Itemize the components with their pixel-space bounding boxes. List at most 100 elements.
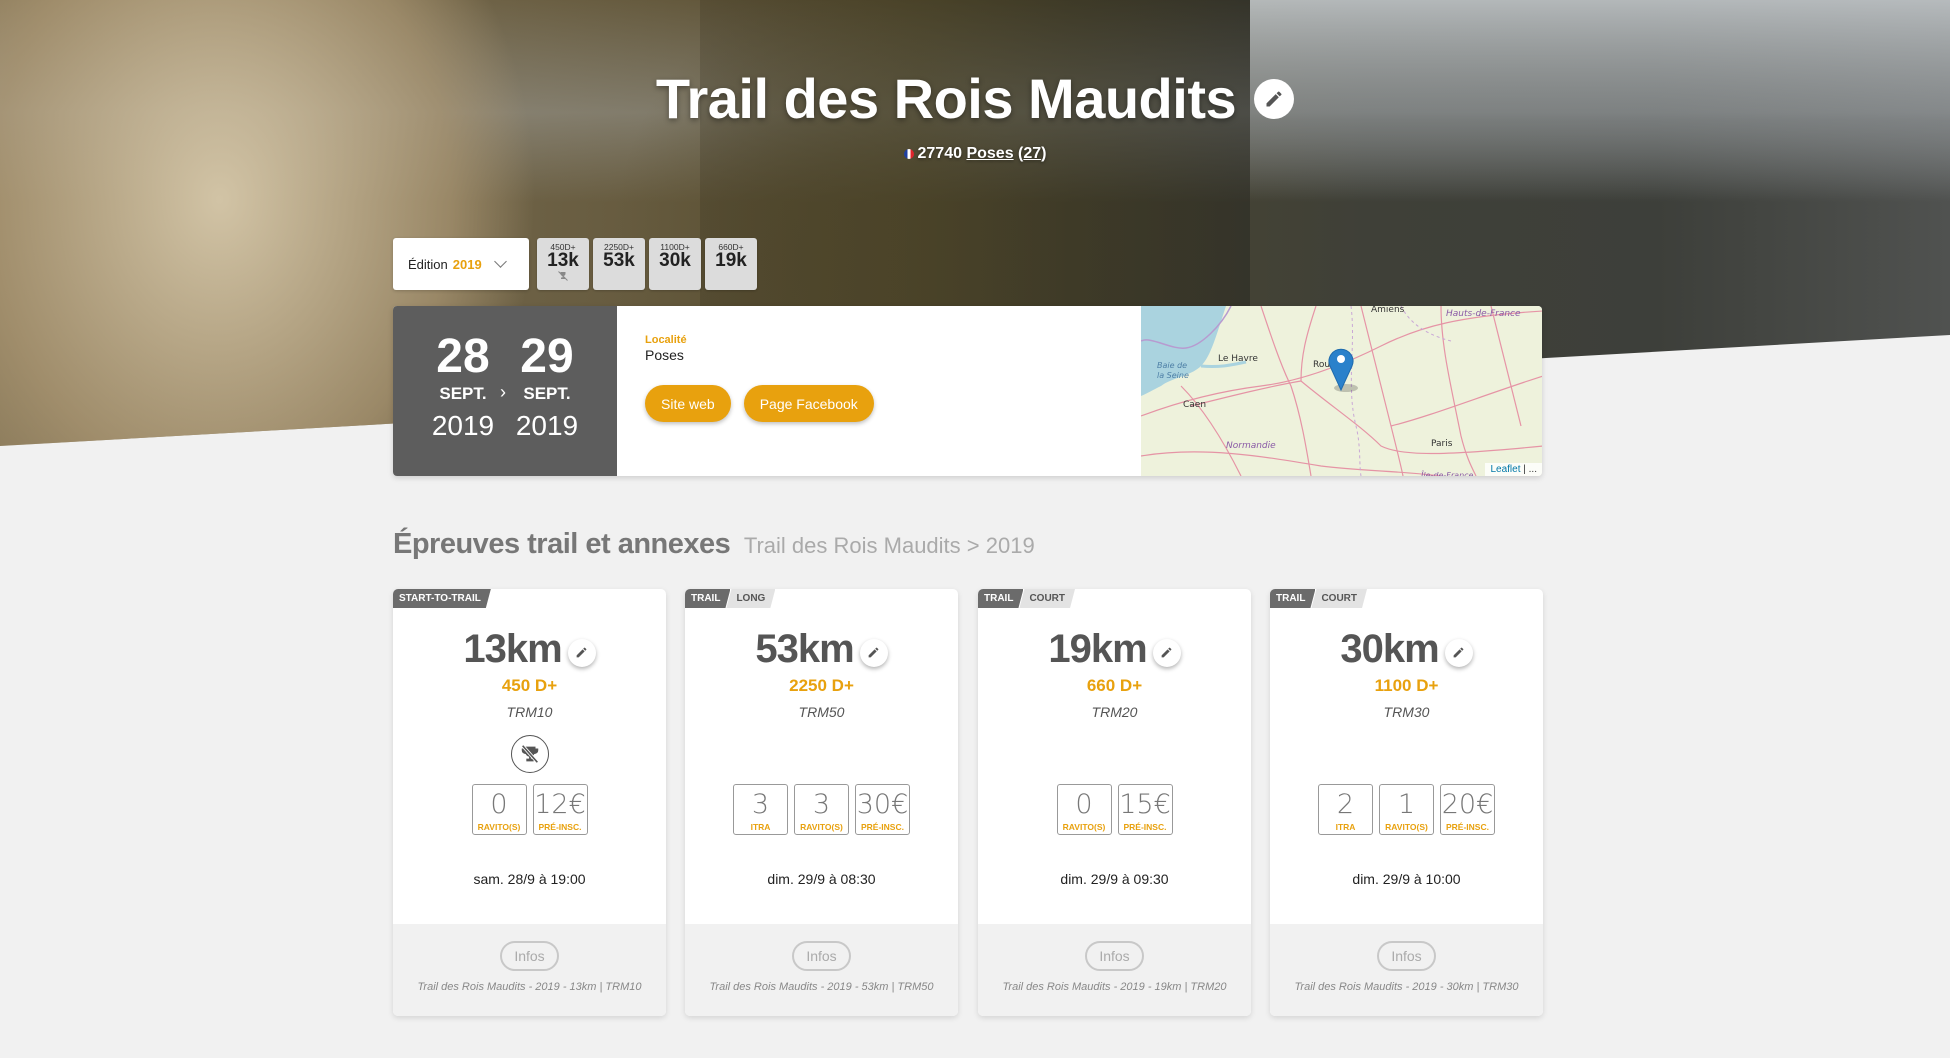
race-card-footer: Infos Trail des Rois Maudits - 2019 - 13…	[393, 924, 666, 1016]
map-label: Normandie	[1226, 441, 1276, 451]
pencil-icon	[1161, 647, 1172, 658]
start-month: SEPT.	[439, 384, 487, 403]
date-panel: 28 SEPT. 2019 › 29 SEPT. 2019	[393, 306, 617, 476]
race-tags: TRAIL LONG	[685, 589, 775, 608]
race-card[interactable]: START-TO-TRAIL 13km 450 D+ TRM10 0 RAVITO…	[393, 589, 666, 1016]
event-location-line: 27740 Poses (27)	[0, 145, 1950, 163]
start-date: 28 SEPT. 2019	[426, 332, 500, 442]
map-label: Amiens	[1371, 306, 1405, 315]
race-start-time: dim. 29/9 à 08:30	[767, 871, 876, 887]
race-subtag: COURT	[1019, 589, 1075, 608]
chevron-down-icon	[493, 255, 507, 268]
map-label: Caen	[1183, 400, 1206, 410]
edit-race-button[interactable]	[1152, 638, 1181, 667]
stat-label: PRÉ-INSC.	[1123, 822, 1167, 832]
race-tags: TRAIL COURT	[978, 589, 1075, 608]
chevron-right-icon: ›	[500, 382, 506, 402]
attribution-more: | ...	[1523, 464, 1537, 475]
no-trophy-icon	[510, 735, 549, 773]
infos-button[interactable]: Infos	[500, 941, 559, 971]
race-stats: 0 RAVITO(S) 12€ PRÉ-INSC.	[393, 784, 666, 835]
edit-title-button[interactable]	[1254, 78, 1295, 119]
race-elevation: 1100 D+	[1374, 676, 1439, 695]
edition-year: 2019	[452, 256, 482, 272]
location-panel: Localité Poses Site web Page Facebook	[617, 306, 1141, 476]
race-elevation: 660 D+	[1086, 676, 1143, 695]
infos-button[interactable]: Infos	[1377, 941, 1436, 971]
stat-box: 3 ITRA	[733, 784, 788, 835]
location-label: Localité	[645, 334, 687, 346]
website-button[interactable]: Site web	[645, 385, 731, 422]
race-code: TRM30	[1383, 704, 1430, 720]
chip-km: 30k	[659, 250, 691, 271]
map-marker-icon[interactable]	[1328, 348, 1358, 392]
race-tags: TRAIL COURT	[1270, 589, 1367, 608]
stat-label: ITRA	[750, 822, 771, 832]
race-description: Trail des Rois Maudits - 2019 - 19km | T…	[1002, 981, 1227, 993]
stat-label: RAVITO(S)	[800, 822, 843, 832]
distance-chip[interactable]: 2250D+ 53k	[593, 238, 645, 290]
section-heading: Épreuves trail et annexes Trail des Rois…	[393, 528, 1035, 561]
location-map[interactable]: Amiens Hauts-de-France Le Havre Baie de …	[1141, 306, 1542, 476]
infos-button[interactable]: Infos	[1085, 941, 1144, 971]
race-tags: START-TO-TRAIL	[393, 589, 491, 608]
stat-box: 2 ITRA	[1318, 784, 1373, 835]
race-card[interactable]: TRAIL COURT 19km 660 D+ TRM20 0 RAVITO(S)…	[978, 589, 1251, 1016]
stat-label: RAVITO(S)	[1385, 822, 1428, 832]
stat-value: 20€	[1441, 789, 1494, 820]
stat-box: 1 RAVITO(S)	[1379, 784, 1434, 835]
title-wrap: Trail des Rois Maudits	[0, 66, 1950, 131]
stat-value: 2	[1336, 789, 1355, 820]
map-attribution: Leaflet | ...	[1485, 463, 1542, 476]
race-distance-value: 53km	[755, 627, 854, 671]
race-description: Trail des Rois Maudits - 2019 - 53km | T…	[709, 981, 934, 993]
race-stats: 0 RAVITO(S) 15€ PRÉ-INSC.	[978, 784, 1251, 835]
pencil-icon	[868, 647, 879, 658]
event-title: Trail des Rois Maudits	[656, 66, 1295, 131]
end-day: 29	[520, 330, 574, 383]
race-distance: 53km	[755, 627, 888, 672]
race-description: Trail des Rois Maudits - 2019 - 13km | T…	[417, 981, 642, 993]
race-distance-value: 30km	[1340, 627, 1439, 671]
race-card[interactable]: TRAIL LONG 53km 2250 D+ TRM50 3 ITRA 3 RAV…	[685, 589, 958, 1016]
stat-label: ITRA	[1335, 822, 1356, 832]
france-flag-icon	[903, 149, 914, 159]
breadcrumb: Trail des Rois Maudits > 2019	[743, 533, 1035, 558]
chip-km: 53k	[603, 250, 635, 271]
edition-select[interactable]: Édition 2019	[393, 238, 529, 290]
end-date: 29 SEPT. 2019	[510, 332, 584, 442]
edit-race-button[interactable]	[1444, 638, 1473, 667]
infos-button[interactable]: Infos	[792, 941, 851, 971]
city-count-link[interactable]: 27	[1023, 145, 1041, 162]
map-tiles: Amiens Hauts-de-France Le Havre Baie de …	[1141, 306, 1542, 476]
stat-box: 12€ PRÉ-INSC.	[532, 784, 588, 835]
race-elevation: 2250 D+	[789, 676, 854, 695]
edit-race-button[interactable]	[859, 638, 888, 667]
event-info-card: 28 SEPT. 2019 › 29 SEPT. 2019 Localité P…	[393, 306, 1542, 476]
leaflet-link[interactable]: Leaflet	[1490, 464, 1520, 475]
distance-chip[interactable]: 1100D+ 30k	[649, 238, 701, 290]
end-year: 2019	[515, 410, 579, 441]
chip-km: 13k	[547, 250, 579, 271]
race-distance-value: 13km	[463, 627, 562, 671]
stat-label: RAVITO(S)	[477, 822, 521, 832]
distance-chip[interactable]: 450D+ 13k	[537, 238, 589, 290]
race-card-footer: Infos Trail des Rois Maudits - 2019 - 53…	[685, 924, 958, 1016]
city-link[interactable]: Poses	[966, 145, 1013, 162]
stat-label: PRÉ-INSC.	[538, 822, 582, 832]
edit-race-button[interactable]	[567, 638, 596, 667]
race-start-time: dim. 29/9 à 10:00	[1352, 871, 1461, 887]
no-trophy-icon	[537, 270, 589, 286]
race-code: TRM50	[798, 704, 845, 720]
stat-value: 3	[812, 789, 831, 820]
facebook-button[interactable]: Page Facebook	[743, 385, 874, 422]
distance-chip[interactable]: 660D+ 19k	[705, 238, 757, 290]
stat-value: 15€	[1119, 789, 1171, 820]
race-distance: 19km	[1048, 627, 1181, 672]
stat-value: 1	[1397, 789, 1416, 820]
pencil-icon	[576, 647, 587, 658]
stat-value: 3	[751, 789, 770, 820]
race-card-footer: Infos Trail des Rois Maudits - 2019 - 19…	[978, 924, 1251, 1016]
race-subtag: COURT	[1311, 589, 1367, 608]
race-card[interactable]: TRAIL COURT 30km 1100 D+ TRM30 2 ITRA 1 RA…	[1270, 589, 1543, 1016]
